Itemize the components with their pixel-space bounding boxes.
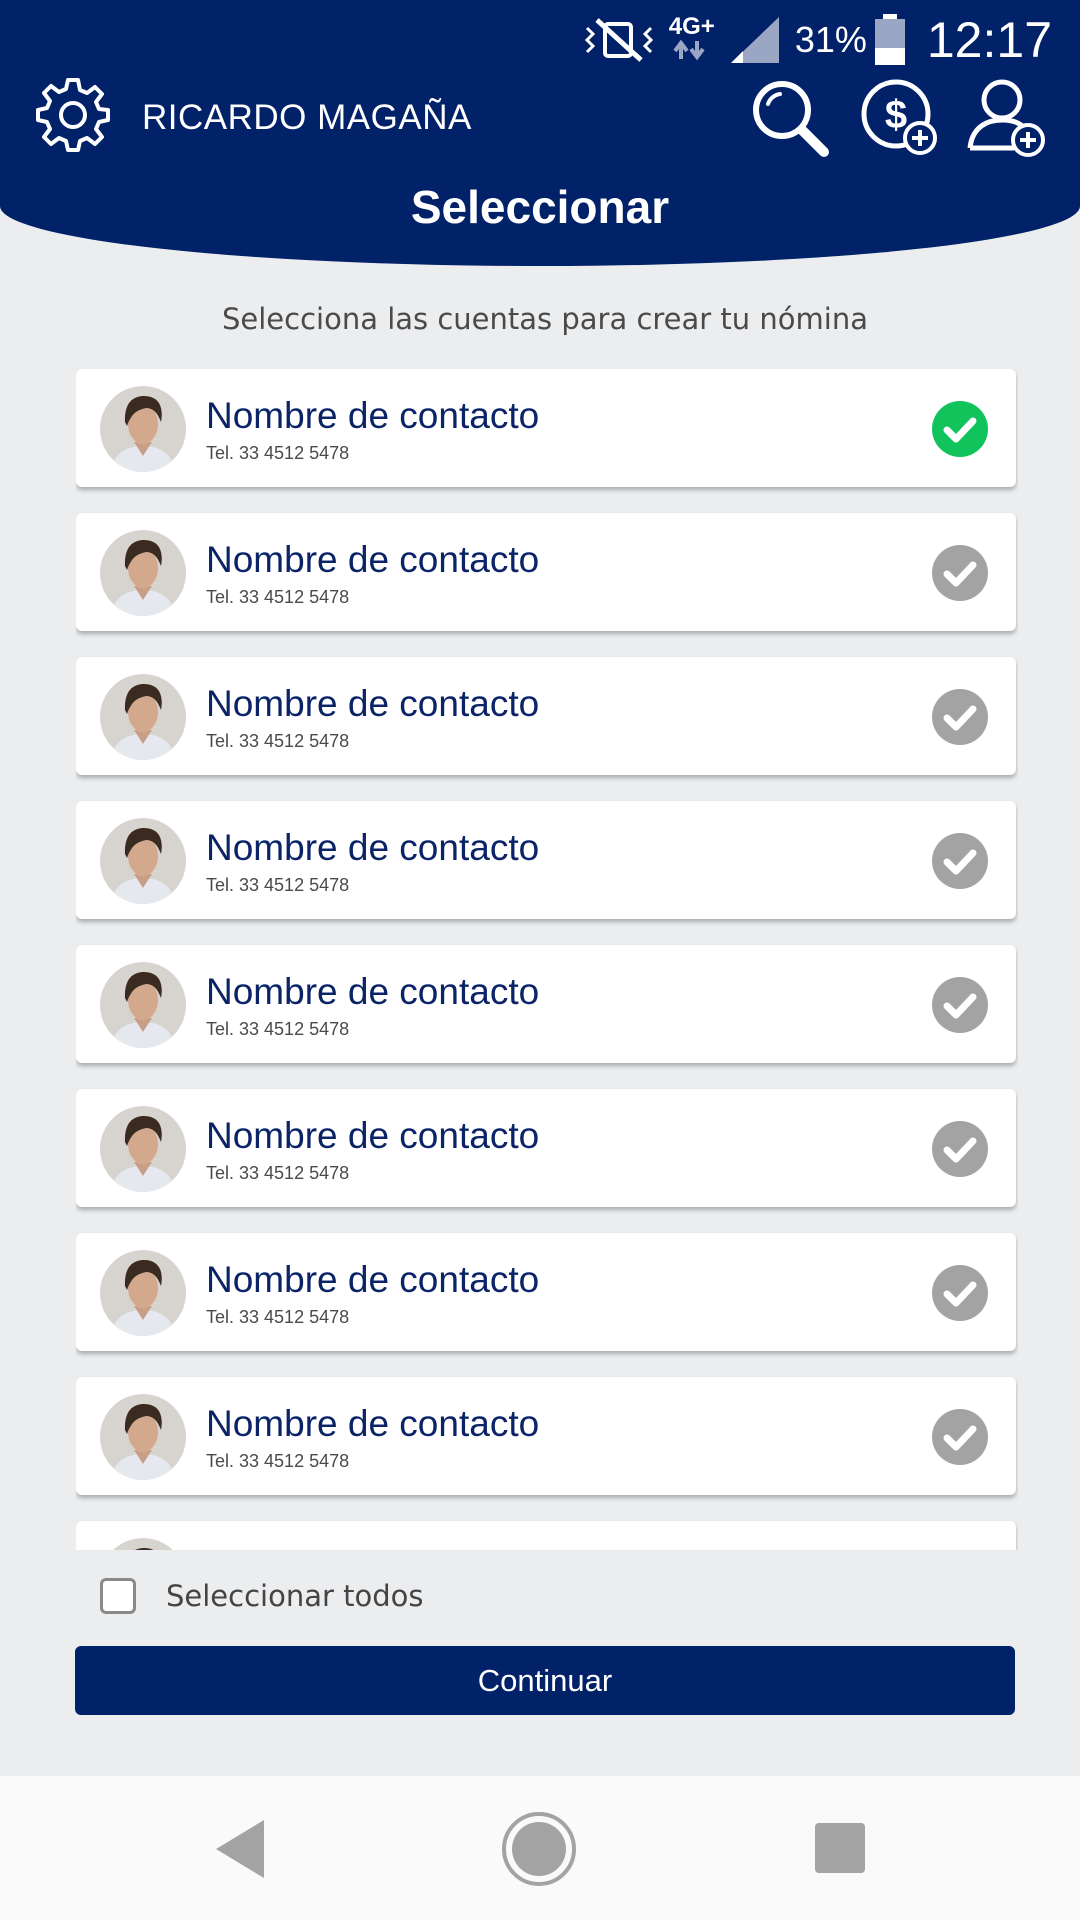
check-selected-icon[interactable] xyxy=(932,401,988,457)
back-icon[interactable] xyxy=(212,1816,268,1882)
avatar xyxy=(100,1250,186,1336)
contact-phone: Tel. 33 4512 5478 xyxy=(206,875,350,895)
contact-card[interactable]: Nombre de contacto Tel. 33 4512 5478 xyxy=(76,1089,1016,1207)
contact-name: Nombre de contacto xyxy=(206,683,540,724)
contact-name: Nombre de contacto xyxy=(206,827,540,868)
check-icon[interactable] xyxy=(932,689,988,745)
user-name: RICARDO MAGAÑA xyxy=(142,98,472,137)
home-icon[interactable] xyxy=(500,1810,578,1888)
network-type: 4G+ xyxy=(668,13,715,40)
contact-phone: Tel. 33 4512 5478 xyxy=(206,443,350,463)
contact-name: Nombre de contacto xyxy=(206,1259,540,1300)
network-indicator: 4G+ xyxy=(669,15,715,65)
vibrate-mute-icon xyxy=(583,18,655,62)
avatar xyxy=(100,530,186,616)
contact-card[interactable]: Nombre de contacto Tel. 33 4512 5478 xyxy=(76,1377,1016,1495)
app-header: 4G+ 31% 12:17 RICARDO MAGAÑA $ Seleccion… xyxy=(0,0,1080,266)
page-title: Seleccionar xyxy=(410,181,670,233)
svg-text:$: $ xyxy=(885,93,907,137)
contact-name: Nombre de contacto xyxy=(206,539,540,580)
select-all-checkbox[interactable] xyxy=(100,1578,136,1614)
avatar xyxy=(100,386,186,472)
avatar xyxy=(100,1106,186,1192)
check-icon[interactable] xyxy=(932,977,988,1033)
contact-card[interactable]: Nombre de contacto Tel. 33 4512 5478 xyxy=(76,1233,1016,1351)
data-arrows-icon xyxy=(673,39,705,61)
contact-phone: Tel. 33 4512 5478 xyxy=(206,1451,350,1471)
check-icon[interactable] xyxy=(932,1121,988,1177)
continue-button[interactable]: Continuar xyxy=(75,1646,1015,1715)
instructions-text: Selecciona las cuentas para crear tu nóm… xyxy=(221,302,868,336)
contact-card[interactable]: Nombre de contacto Tel. 33 4512 5478 xyxy=(76,513,1016,631)
battery-icon xyxy=(873,14,907,66)
add-user-icon[interactable] xyxy=(966,76,1048,158)
check-icon[interactable] xyxy=(932,1409,988,1465)
contact-phone: Tel. 33 4512 5478 xyxy=(206,1019,350,1039)
gear-icon[interactable] xyxy=(34,76,112,154)
avatar xyxy=(100,962,186,1048)
contact-card[interactable]: Nombre de contacto Tel. 33 4512 5478 xyxy=(76,369,1016,487)
avatar xyxy=(100,818,186,904)
contact-phone: Tel. 33 4512 5478 xyxy=(206,1163,350,1183)
contact-card[interactable]: Nombre de contacto Tel. 33 4512 5478 xyxy=(76,945,1016,1063)
status-bar: 4G+ 31% 12:17 xyxy=(569,10,1052,70)
contact-list[interactable]: Nombre de contacto Tel. 33 4512 5478 Nom… xyxy=(76,369,1018,1550)
avatar xyxy=(100,674,186,760)
check-icon[interactable] xyxy=(932,545,988,601)
signal-icon xyxy=(729,15,781,65)
contact-phone: Tel. 33 4512 5478 xyxy=(206,587,350,607)
contact-name: Nombre de contacto xyxy=(206,395,540,436)
select-all[interactable]: Seleccionar todos xyxy=(100,1578,424,1614)
search-icon[interactable] xyxy=(748,76,830,158)
avatar xyxy=(100,1394,186,1480)
add-payment-icon[interactable]: $ xyxy=(858,76,940,158)
screen: 4G+ 31% 12:17 RICARDO MAGAÑA $ Seleccion… xyxy=(0,0,1080,1920)
navigation-bar xyxy=(0,1776,1080,1920)
contact-name: Nombre de contacto xyxy=(206,1115,540,1156)
contact-phone: Tel. 33 4512 5478 xyxy=(206,731,350,751)
contact-phone: Tel. 33 4512 5478 xyxy=(206,1307,350,1327)
contact-card[interactable]: Nombre de contacto Tel. 33 4512 5478 xyxy=(76,657,1016,775)
contact-name: Nombre de contacto xyxy=(206,971,540,1012)
status-time: 12:17 xyxy=(926,12,1052,68)
contact-card[interactable]: Nombre de contacto Tel. 33 4512 5478 xyxy=(76,801,1016,919)
avatar xyxy=(100,1538,186,1550)
battery-percent: 31% xyxy=(794,19,867,60)
contact-card[interactable] xyxy=(76,1521,1016,1550)
select-all-label: Seleccionar todos xyxy=(166,1579,424,1613)
recent-apps-icon[interactable] xyxy=(814,1822,866,1874)
contact-name: Nombre de contacto xyxy=(206,1403,540,1444)
check-icon[interactable] xyxy=(932,833,988,889)
check-icon[interactable] xyxy=(932,1265,988,1321)
